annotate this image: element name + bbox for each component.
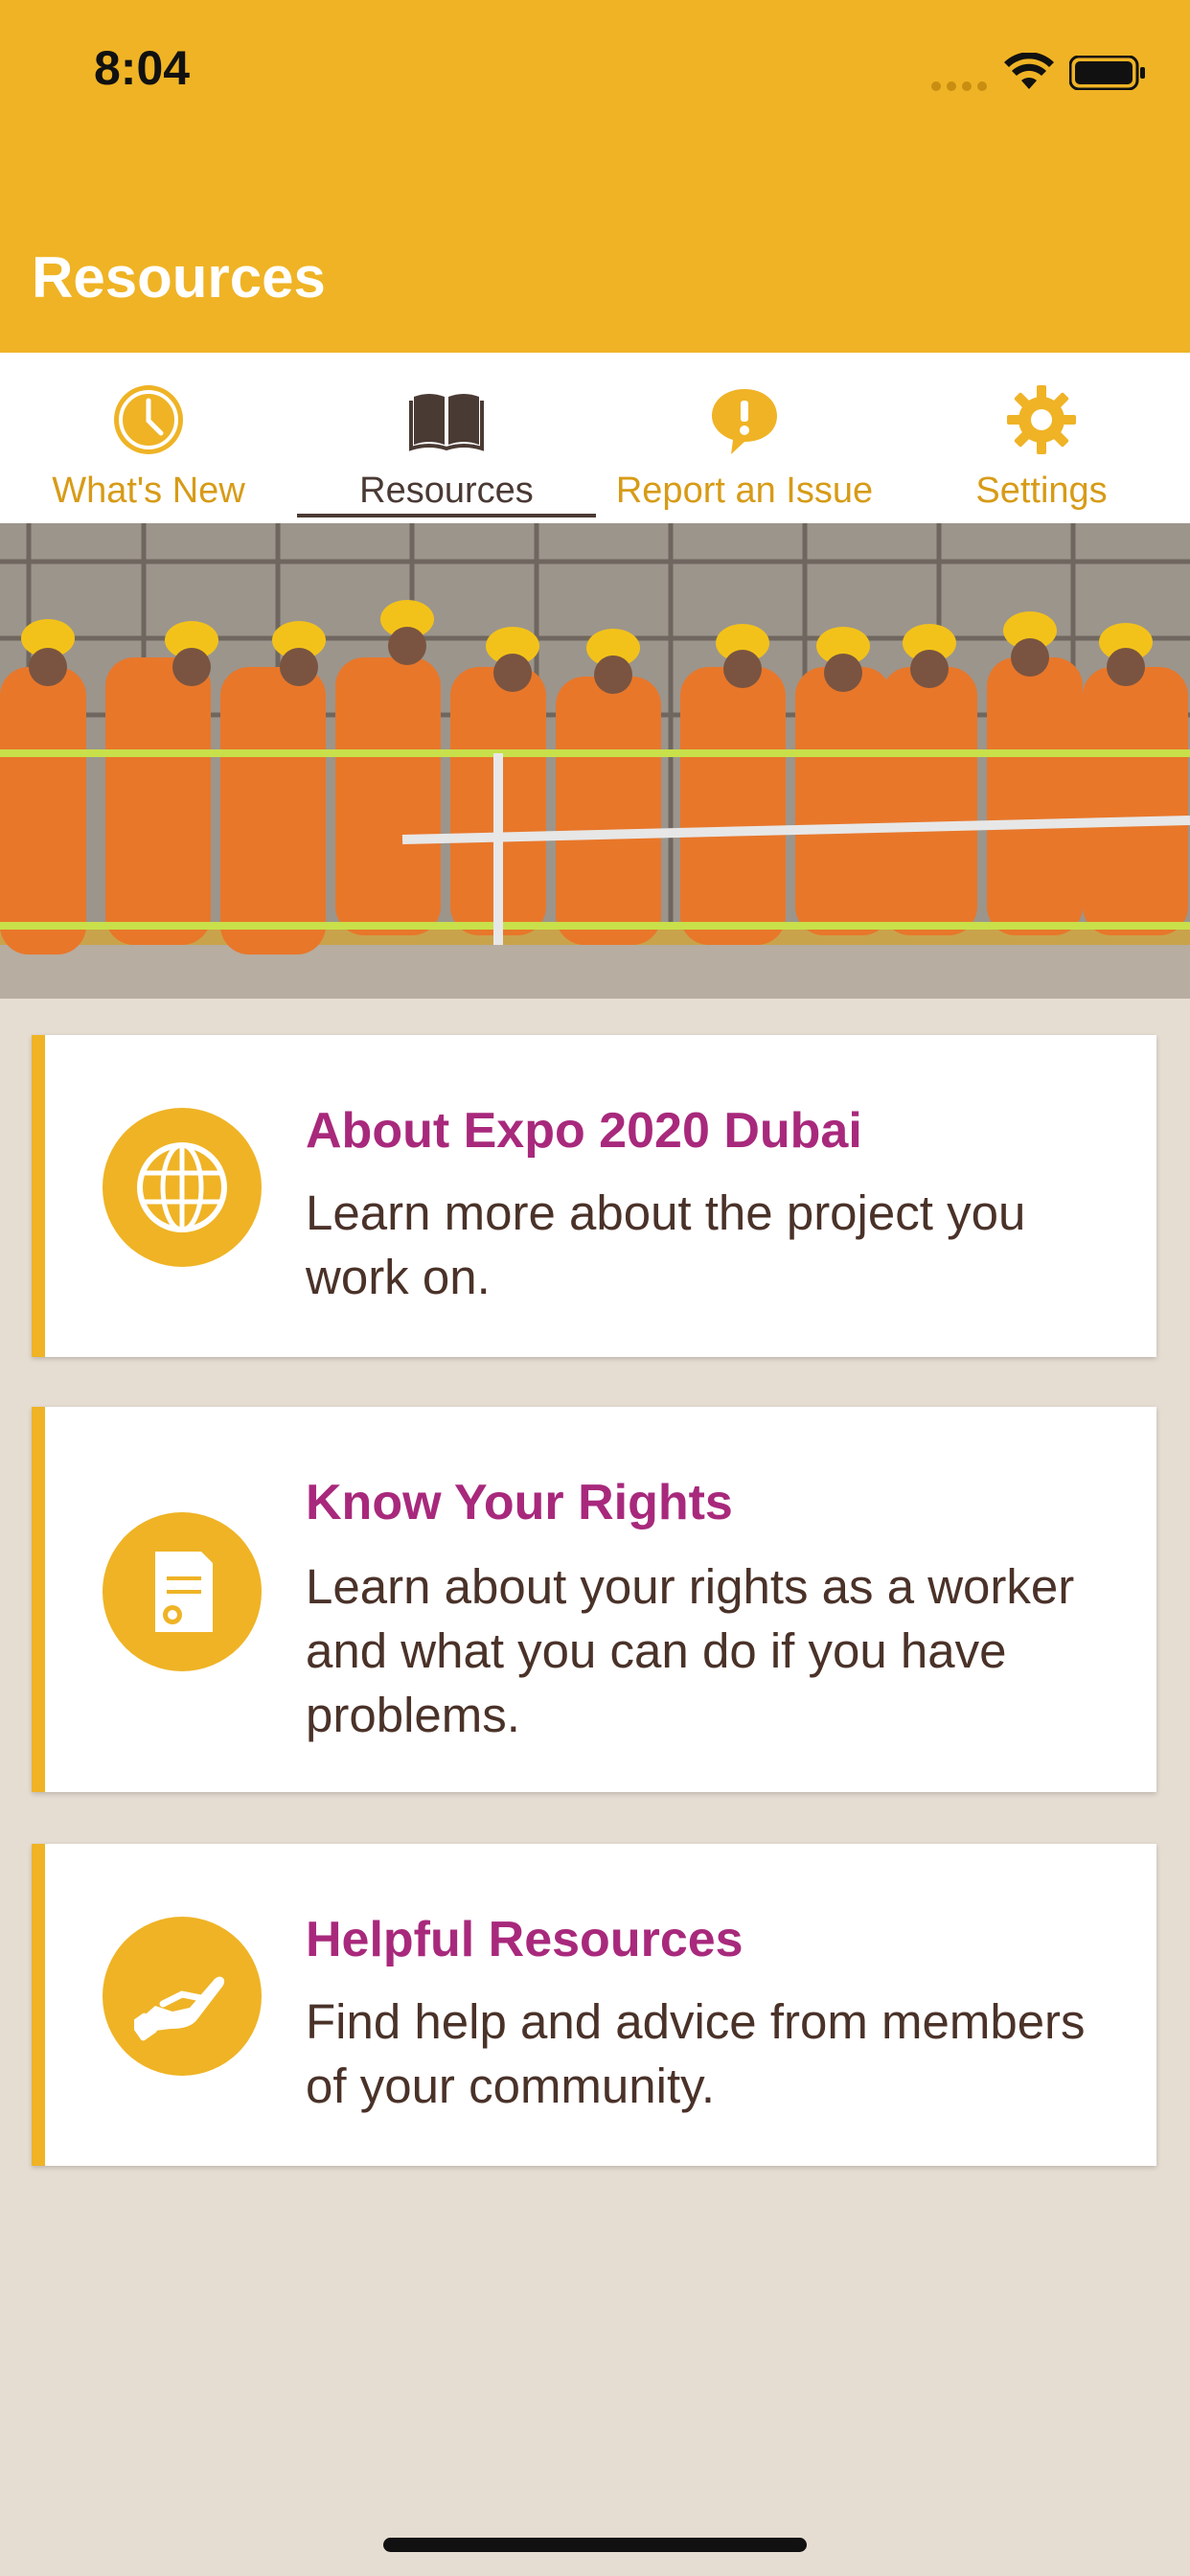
card-title: About Expo 2020 Dubai: [306, 1103, 862, 1159]
tab-label: Report an Issue: [615, 471, 874, 511]
globe-icon: [103, 1108, 262, 1267]
tab-report-issue[interactable]: Report an Issue: [596, 353, 893, 523]
tab-settings[interactable]: Settings: [893, 353, 1190, 523]
card-description: Find help and advice from members of you…: [306, 1994, 1086, 2113]
card-accent-bar: [32, 1035, 45, 1357]
card-accent-bar: [32, 1407, 45, 1792]
tab-resources[interactable]: Resources: [297, 353, 596, 523]
card-title: Know Your Rights: [306, 1475, 733, 1530]
tab-bar: What's New Resources Report an Issue Set…: [0, 353, 1190, 523]
card-helpful-resources[interactable]: Helpful Resources Find help and advice f…: [32, 1844, 1156, 2166]
page-title: Resources: [32, 245, 326, 310]
battery-icon: [1069, 56, 1145, 90]
status-time: 8:04: [94, 41, 191, 95]
wifi-icon: [1004, 53, 1054, 89]
card-about-expo[interactable]: About Expo 2020 Dubai Learn more about t…: [32, 1035, 1156, 1357]
card-know-your-rights[interactable]: Know Your Rights Learn about your rights…: [32, 1407, 1156, 1792]
signal-icon: [931, 79, 993, 96]
card-accent-bar: [32, 1844, 45, 2166]
hero-image: [0, 523, 1190, 999]
tab-whats-new[interactable]: What's New: [0, 353, 297, 523]
gear-icon: [1007, 385, 1076, 454]
card-title: Helpful Resources: [306, 1912, 744, 1967]
alert-bubble-icon: [712, 389, 777, 454]
home-indicator[interactable]: [383, 2538, 807, 2552]
tab-label: Settings: [975, 471, 1108, 511]
tab-label: What's New: [52, 471, 245, 511]
card-description: Learn about your rights as a worker and …: [306, 1559, 1075, 1742]
card-description: Learn more about the project you work on…: [306, 1185, 1026, 1304]
app-header: 8:04 Resources: [0, 0, 1190, 353]
active-tab-indicator: [297, 514, 596, 518]
tab-label: Resources: [359, 471, 534, 511]
helping-hand-icon: [103, 1917, 262, 2076]
certificate-icon: [103, 1512, 262, 1671]
clock-icon: [114, 385, 183, 454]
book-icon: [409, 394, 484, 451]
